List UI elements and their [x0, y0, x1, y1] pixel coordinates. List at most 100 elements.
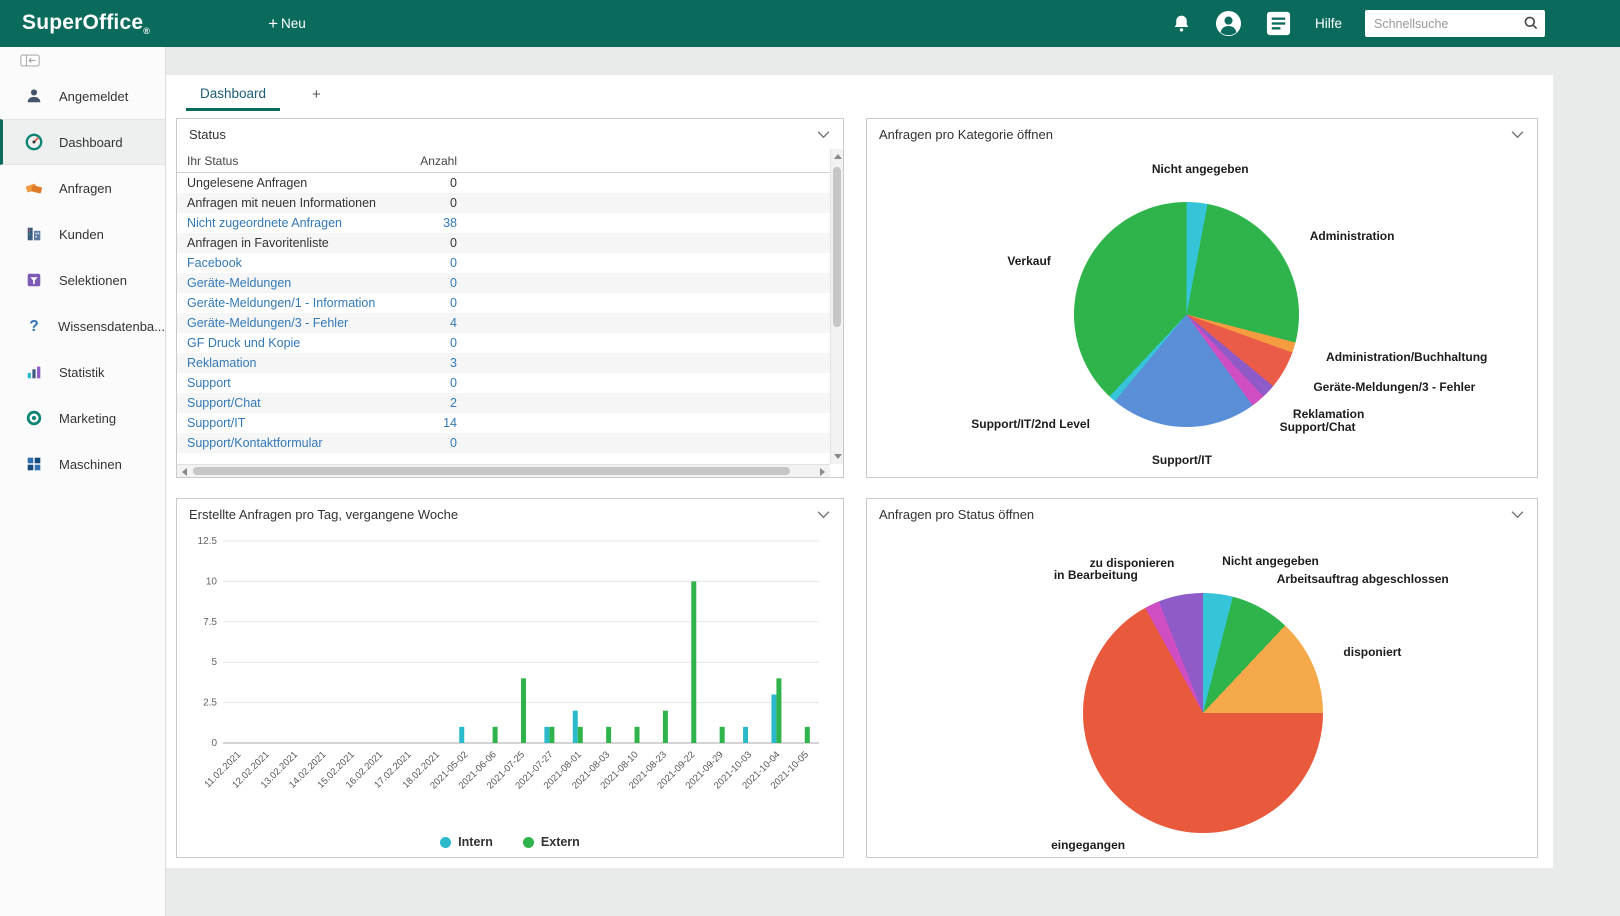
status-count[interactable]: 0 [417, 276, 457, 290]
user-avatar-icon[interactable] [1215, 10, 1242, 37]
sidebar-item-marketing[interactable]: Marketing [0, 395, 165, 441]
legend-item-extern[interactable]: Extern [522, 835, 580, 849]
table-row[interactable]: GF Druck und Kopie 0 [177, 333, 830, 353]
bar-extern[interactable] [549, 726, 555, 743]
chevron-down-icon[interactable] [1510, 130, 1525, 139]
bar-intern[interactable] [459, 726, 465, 743]
machines-icon [24, 455, 44, 473]
sidebar-item-label: Selektionen [59, 272, 127, 288]
notifications-bell-icon[interactable] [1171, 13, 1192, 34]
legend-dot-extern [522, 836, 534, 848]
status-count[interactable]: 0 [417, 436, 457, 450]
bar-extern[interactable] [804, 726, 810, 743]
status-count[interactable]: 4 [417, 316, 457, 330]
status-link[interactable]: GF Druck und Kopie [187, 336, 417, 350]
status-link[interactable]: Geräte-Meldungen/3 - Fehler [187, 316, 417, 330]
status-count[interactable]: 2 [417, 396, 457, 410]
pie-chart[interactable] [1074, 202, 1299, 427]
help-link[interactable]: Hilfe [1315, 16, 1342, 31]
sidebar-item-dashboard[interactable]: Dashboard [0, 119, 165, 165]
table-row[interactable]: Geräte-Meldungen/1 - Information 0 [177, 293, 830, 313]
bar-extern[interactable] [606, 726, 612, 743]
pie-chart[interactable] [1083, 593, 1323, 833]
bar-extern[interactable] [776, 678, 782, 743]
add-tab-button[interactable]: + [306, 80, 327, 111]
bar-extern[interactable] [577, 726, 583, 743]
status-link[interactable]: Support [187, 376, 417, 390]
pie-slice-label: Arbeitsauftrag abgeschlossen [1276, 571, 1449, 586]
status-count[interactable]: 0 [417, 336, 457, 350]
bar-intern[interactable] [572, 710, 578, 743]
status-link[interactable]: Reklamation [187, 356, 417, 370]
column-header-anzahl[interactable]: Anzahl [417, 154, 457, 168]
status-link[interactable]: Support/Kontaktformular [187, 436, 417, 450]
sidebar-item-anfragen[interactable]: Anfragen [0, 165, 165, 211]
bar-extern[interactable] [691, 581, 697, 743]
table-row[interactable]: Nicht zugeordnete Anfragen 38 [177, 213, 830, 233]
bar-extern[interactable] [492, 726, 498, 743]
status-count[interactable]: 14 [417, 416, 457, 430]
vertical-scrollbar[interactable] [830, 149, 843, 464]
scroll-up-arrow[interactable] [834, 154, 842, 159]
sidebar-item-angemeldet[interactable]: Angemeldet [0, 73, 165, 119]
legend-dot-intern [440, 836, 452, 848]
sidebar-item-maschinen[interactable]: Maschinen [0, 441, 165, 487]
scroll-right-arrow[interactable] [820, 468, 825, 476]
status-count[interactable]: 0 [417, 256, 457, 270]
requests-icon [24, 179, 44, 197]
status-count[interactable]: 0 [417, 296, 457, 310]
status-link[interactable]: Support/Chat [187, 396, 417, 410]
status-count[interactable]: 38 [417, 216, 457, 230]
bar-intern[interactable] [743, 726, 749, 743]
status-link[interactable]: Nicht zugeordnete Anfragen [187, 216, 417, 230]
bar-extern[interactable] [634, 726, 640, 743]
search-input[interactable] [1365, 10, 1545, 37]
scroll-down-arrow[interactable] [834, 454, 842, 459]
table-row[interactable]: Geräte-Meldungen 0 [177, 273, 830, 293]
scrollbar-thumb[interactable] [833, 167, 841, 327]
person-icon [24, 87, 44, 105]
bar-chart[interactable]: 0 2.5 5 7.5 10 12.5 11.02.2021 12.02.2021 13.02.… [183, 533, 833, 819]
status-link[interactable]: Geräte-Meldungen/1 - Information [187, 296, 417, 310]
sidebar-item-statistik[interactable]: Statistik [0, 349, 165, 395]
column-header-status[interactable]: Ihr Status [187, 154, 417, 168]
horizontal-scrollbar[interactable] [177, 464, 830, 477]
table-row[interactable]: Geräte-Meldungen/3 - Fehler 4 [177, 313, 830, 333]
table-row[interactable]: Support/Chat 2 [177, 393, 830, 413]
kategorie-pie-chart: Nicht angegeben Administration Administrat… [971, 162, 1487, 467]
status-count[interactable]: 0 [417, 376, 457, 390]
scroll-left-arrow[interactable] [182, 468, 187, 476]
status-link[interactable]: Support/IT [187, 416, 417, 430]
main-menu-icon[interactable] [1265, 10, 1292, 37]
sidebar-item-selektionen[interactable]: Selektionen [0, 257, 165, 303]
bar-extern[interactable] [719, 726, 725, 743]
chevron-down-icon[interactable] [1510, 510, 1525, 519]
status-count[interactable]: 3 [417, 356, 457, 370]
table-row[interactable]: Facebook 0 [177, 253, 830, 273]
tab-dashboard[interactable]: Dashboard [186, 78, 281, 111]
status-link[interactable]: Geräte-Meldungen [187, 276, 417, 290]
sidebar-item-wissensdatenbank[interactable]: ? Wissensdatenba... [0, 303, 165, 349]
sidebar-collapse-icon[interactable] [20, 54, 40, 67]
scrollbar-thumb[interactable] [193, 467, 790, 475]
app-logo[interactable]: SuperOffice® [22, 11, 150, 36]
bar-intern[interactable] [771, 694, 777, 743]
bar-extern[interactable] [662, 710, 668, 743]
table-row[interactable]: Support/IT 14 [177, 413, 830, 433]
table-row[interactable]: Reklamation 3 [177, 353, 830, 373]
legend-label: Extern [540, 835, 580, 849]
table-row[interactable]: Support 0 [177, 373, 830, 393]
pie-slice-label: zu disponieren [1089, 555, 1175, 570]
sidebar-item-kunden[interactable]: Kunden [0, 211, 165, 257]
legend-item-intern[interactable]: Intern [440, 835, 493, 849]
chevron-down-icon[interactable] [816, 130, 831, 139]
status-panel: Status Ihr Status Anzahl Ungelesene Anfr… [176, 118, 844, 478]
new-button[interactable]: + Neu [268, 14, 306, 34]
status-link[interactable]: Facebook [187, 256, 417, 270]
table-row[interactable]: Support/Kontaktformular 0 [177, 433, 830, 453]
chevron-down-icon[interactable] [816, 510, 831, 519]
bar-extern[interactable] [521, 678, 526, 743]
sidebar-item-label: Kunden [59, 226, 104, 242]
search-icon[interactable] [1523, 15, 1539, 36]
bar-intern[interactable] [544, 726, 550, 743]
